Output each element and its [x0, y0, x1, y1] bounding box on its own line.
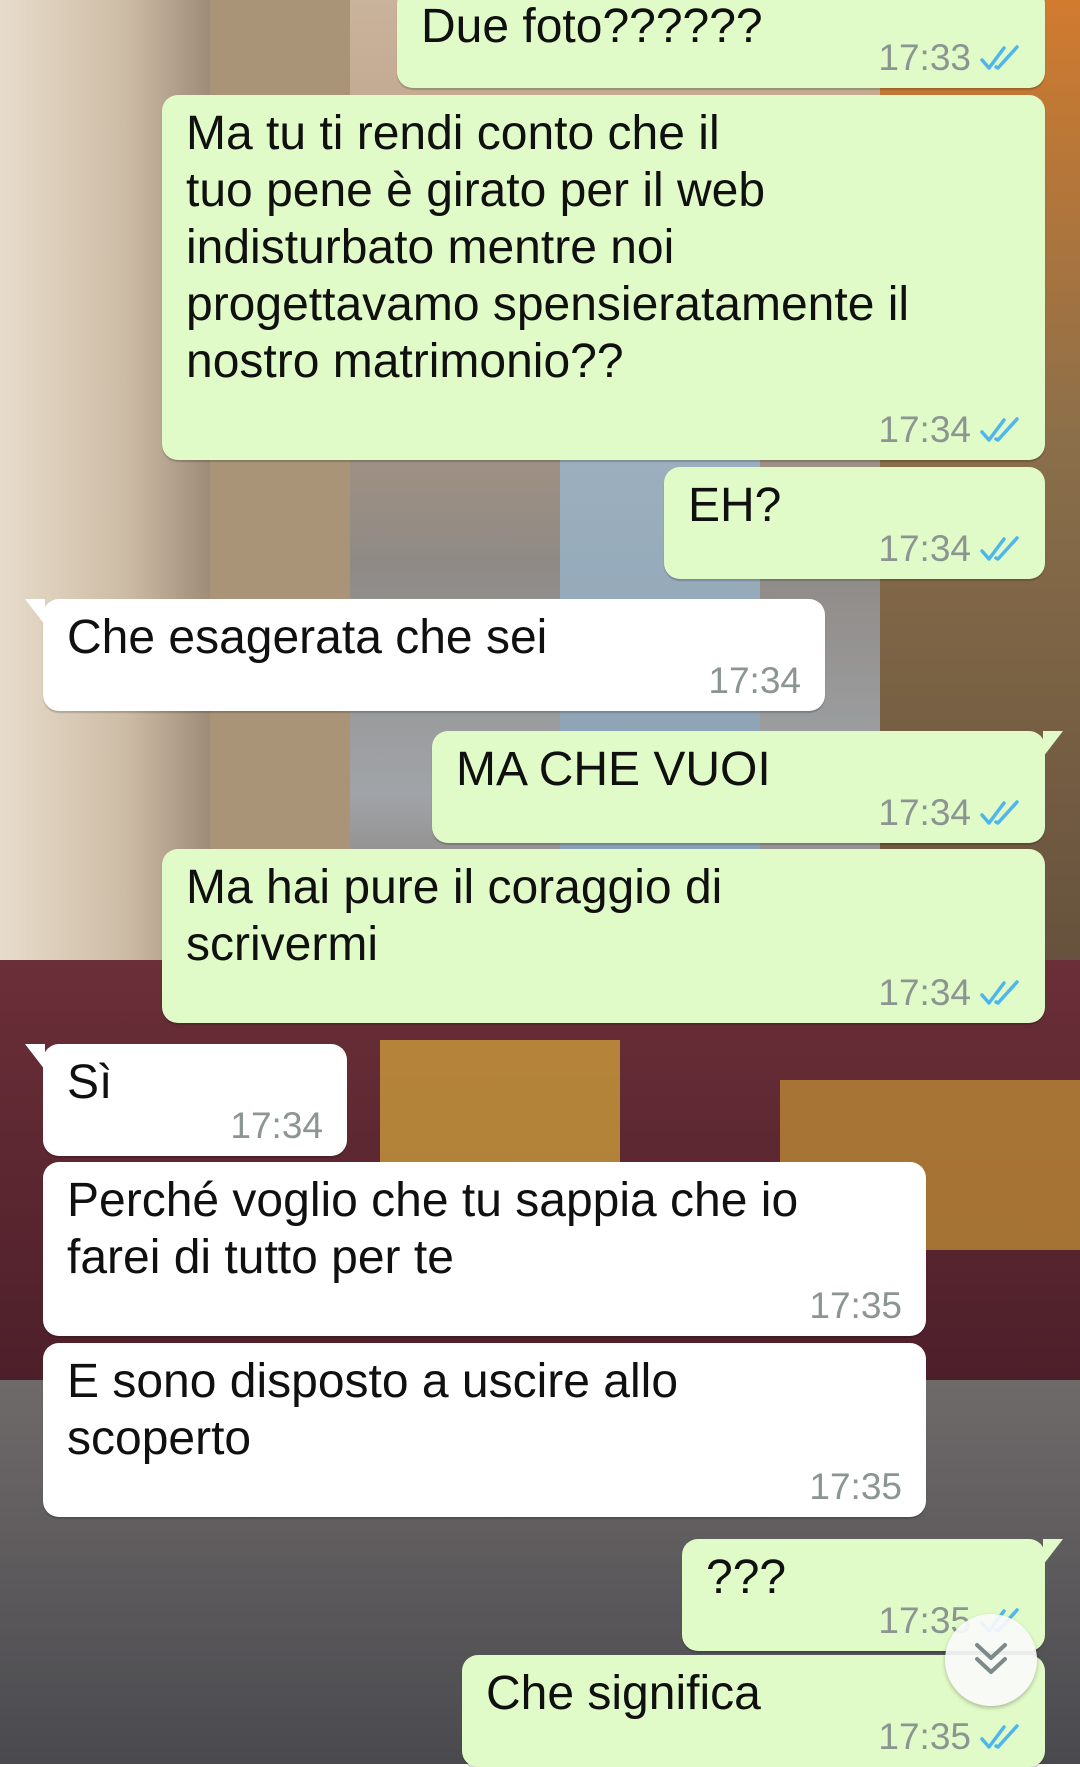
- message-meta: 17:34: [878, 973, 1023, 1013]
- message-text-line: Perché voglio che tu sappia che io: [67, 1174, 799, 1227]
- message-time: 17:35: [878, 1716, 971, 1757]
- message-text-line: Che esagerata che sei: [67, 611, 548, 664]
- double-check-icon: [980, 800, 1019, 825]
- message-time: 17:34: [878, 528, 971, 569]
- message-meta: 17:35: [809, 1286, 902, 1326]
- message-text: ???: [706, 1549, 786, 1606]
- message-text: Ma hai pure il coraggio di scrivermi: [186, 859, 722, 973]
- message-meta: 17:34: [878, 410, 1023, 450]
- scroll-to-bottom-button[interactable]: [945, 1614, 1037, 1706]
- message-text-line: Che significa: [486, 1667, 761, 1720]
- message-text-line: MA CHE VUOI: [456, 743, 771, 796]
- message-text: Che significa: [486, 1665, 761, 1722]
- message-text: Che esagerata che sei: [67, 609, 547, 666]
- message-meta: 17:34: [230, 1106, 323, 1146]
- message-text: Perché voglio che tu sappia che io farei …: [67, 1172, 798, 1286]
- message-bubble-incoming[interactable]: Perché voglio che tu sappia che io farei …: [43, 1162, 926, 1336]
- message-text: EH?: [688, 477, 781, 534]
- message-bubble-outgoing[interactable]: Ma hai pure il coraggio di scrivermi 17:34: [162, 849, 1045, 1023]
- message-text-line: farei di tutto per te: [67, 1231, 454, 1284]
- bubble-tail: [1043, 1539, 1063, 1565]
- double-check-icon: [980, 980, 1019, 1005]
- message-bubble-incoming[interactable]: Sì 17:34: [25, 1044, 347, 1156]
- message-meta: 17:35: [878, 1717, 1023, 1757]
- message-text-line: progettavamo spensieratamente il: [186, 278, 910, 331]
- double-check-icon: [980, 417, 1019, 442]
- message-text-line: nostro matrimonio??: [186, 335, 624, 388]
- message-text-line: Due foto??????: [421, 0, 763, 53]
- message-time: 17:34: [878, 792, 971, 833]
- message-time: 17:35: [809, 1466, 902, 1507]
- message-text-line: scrivermi: [186, 918, 378, 971]
- message-text: E sono disposto a uscire allo scoperto: [67, 1353, 678, 1467]
- message-bubble-outgoing[interactable]: EH? 17:34: [664, 467, 1045, 579]
- bubble-tail: [25, 599, 45, 625]
- message-text-line: Ma tu ti rendi conto che il: [186, 107, 720, 160]
- message-bubble-incoming[interactable]: Che esagerata che sei 17:34: [25, 599, 825, 711]
- message-meta: 17:34: [878, 793, 1023, 833]
- message-time: 17:35: [809, 1285, 902, 1326]
- message-bubble-incoming[interactable]: E sono disposto a uscire allo scoperto 17:…: [43, 1343, 926, 1517]
- message-time: 17:34: [878, 972, 971, 1013]
- message-text: MA CHE VUOI: [456, 741, 771, 798]
- message-text: Due foto??????: [421, 0, 763, 55]
- double-check-icon: [980, 1724, 1019, 1749]
- message-bubble-outgoing[interactable]: Ma tu ti rendi conto che il tuo pene è gi…: [162, 95, 1045, 460]
- message-text-line: Ma hai pure il coraggio di: [186, 861, 723, 914]
- message-text-line: tuo pene è girato per il web: [186, 164, 766, 217]
- double-check-icon: [980, 536, 1019, 561]
- message-time: 17:34: [878, 409, 971, 450]
- message-text-line: E sono disposto a uscire allo: [67, 1355, 679, 1408]
- message-bubble-outgoing[interactable]: MA CHE VUOI 17:34: [432, 731, 1063, 843]
- bubble-tail: [25, 1044, 45, 1070]
- chevron-double-down-icon: [975, 1643, 1007, 1674]
- message-meta: 17:35: [809, 1467, 902, 1507]
- message-text-line: indisturbato mentre noi: [186, 221, 675, 274]
- message-text-line: scoperto: [67, 1412, 252, 1465]
- double-check-icon: [980, 45, 1019, 70]
- message-time: 17:34: [708, 660, 801, 701]
- message-text: Sì: [67, 1054, 112, 1111]
- message-time: 17:33: [878, 37, 971, 78]
- message-bubble-outgoing[interactable]: Due foto?????? 17:33: [397, 0, 1045, 88]
- message-meta: 17:34: [708, 661, 801, 701]
- message-meta: 17:33: [878, 38, 1023, 78]
- message-text-line: Sì: [67, 1056, 113, 1109]
- bubble-tail: [1043, 731, 1063, 757]
- message-text: Ma tu ti rendi conto che il tuo pene è gi…: [186, 105, 909, 390]
- message-text-line: EH?: [688, 479, 782, 532]
- message-text-line: ???: [706, 1551, 787, 1604]
- message-meta: 17:34: [878, 529, 1023, 569]
- message-time: 17:34: [230, 1105, 323, 1146]
